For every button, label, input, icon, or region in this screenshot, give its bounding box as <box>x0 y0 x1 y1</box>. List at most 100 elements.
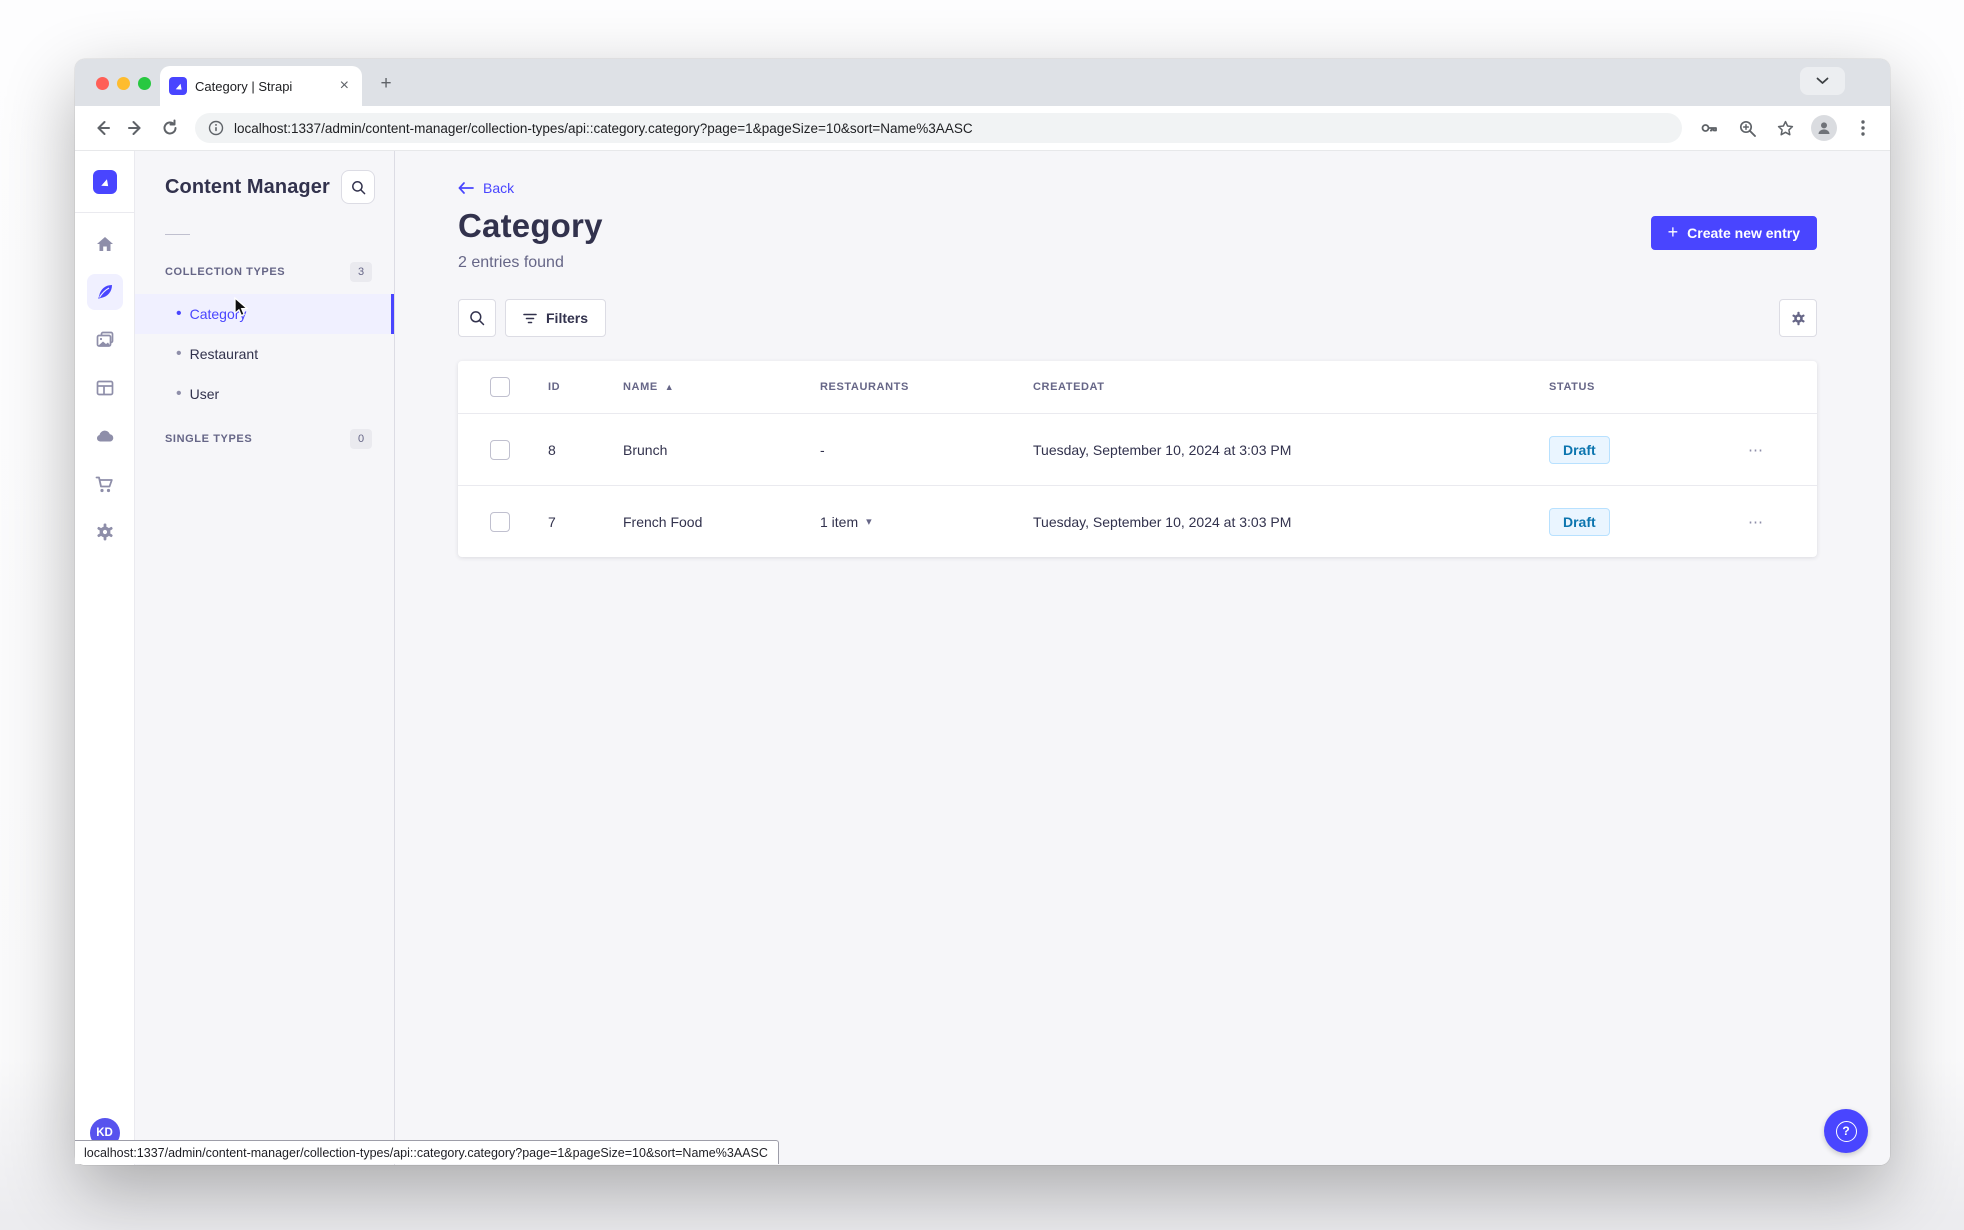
cell-createdat: Tuesday, September 10, 2024 at 3:03 PM <box>1033 441 1292 458</box>
row-actions-dots-icon[interactable]: ⋯ <box>1748 513 1817 531</box>
desktop: Category | Strapi × + localhost:1337/adm… <box>0 0 1964 1230</box>
plus-icon: + <box>1667 222 1679 242</box>
sidebar-item-home[interactable] <box>87 226 123 262</box>
subnav-item-label: User <box>189 386 220 402</box>
sidebar-item-media-library[interactable] <box>87 322 123 358</box>
cell-name: Brunch <box>623 441 668 458</box>
bookmark-star-icon[interactable] <box>1768 111 1802 145</box>
single-types-count-badge: 0 <box>350 429 372 449</box>
column-header-restaurants[interactable]: RESTAURANTS <box>820 381 1033 393</box>
row-checkbox[interactable] <box>490 439 510 460</box>
cell-id: 8 <box>548 441 556 458</box>
filter-lines-icon <box>523 313 537 323</box>
sidebar-item-content-type-builder[interactable] <box>87 370 123 406</box>
close-window-button[interactable] <box>96 77 109 90</box>
zoom-window-button[interactable] <box>138 77 151 90</box>
tab-title: Category | Strapi <box>195 78 293 94</box>
collection-types-label: COLLECTION TYPES <box>165 266 286 278</box>
bullet-icon: • <box>176 305 182 322</box>
window-controls <box>96 77 151 90</box>
table-search-button[interactable] <box>458 299 496 337</box>
url-bar[interactable]: localhost:1337/admin/content-manager/col… <box>195 113 1682 143</box>
subnav-item-label: Category <box>189 306 247 322</box>
status-badge: Draft <box>1549 435 1610 464</box>
back-nav-icon[interactable] <box>85 111 119 145</box>
bullet-icon: • <box>176 385 182 402</box>
tab-strip: Category | Strapi × + <box>75 59 1890 106</box>
browser-window: Category | Strapi × + localhost:1337/adm… <box>75 59 1890 1165</box>
main-nav-rail: KD <box>75 151 135 1165</box>
reload-icon[interactable] <box>153 111 187 145</box>
browser-tab[interactable]: Category | Strapi × <box>160 66 362 106</box>
column-header-createdat[interactable]: CREATEDAT <box>1033 381 1549 393</box>
back-label: Back <box>483 180 515 196</box>
sidebar-item-cloud[interactable] <box>87 418 123 454</box>
tab-search-chevron-icon[interactable] <box>1800 67 1845 95</box>
strapi-favicon-icon <box>169 77 187 95</box>
back-link[interactable]: Back <box>458 180 514 196</box>
entries-count: 2 entries found <box>458 254 564 271</box>
search-icon <box>470 311 485 326</box>
single-types-label: SINGLE TYPES <box>165 433 253 445</box>
question-mark-icon: ? <box>1835 1120 1857 1142</box>
subnav-item-category[interactable]: • Category <box>135 294 394 334</box>
strapi-logo-icon[interactable] <box>92 170 117 194</box>
sidebar-item-settings[interactable] <box>87 514 123 550</box>
zoom-magnifier-icon[interactable] <box>1730 111 1764 145</box>
subnav-item-restaurant[interactable]: • Restaurant <box>135 334 394 374</box>
table-row[interactable]: 7 French Food 1 item ▾ Tuesday, Septembe… <box>458 485 1817 557</box>
create-new-entry-label: Create new entry <box>1687 225 1800 241</box>
row-actions-dots-icon[interactable]: ⋯ <box>1748 441 1817 459</box>
subnav-title: Content Manager <box>165 176 330 198</box>
status-bar: localhost:1337/admin/content-manager/col… <box>75 1140 779 1164</box>
subnav-item-label: Restaurant <box>189 346 259 362</box>
column-header-id[interactable]: ID <box>548 381 623 393</box>
filters-button[interactable]: Filters <box>505 299 607 337</box>
chevron-down-icon: ▾ <box>866 516 872 528</box>
cell-name: French Food <box>623 513 703 530</box>
select-all-checkbox[interactable] <box>490 377 510 397</box>
cart-icon <box>95 476 113 492</box>
toolbar-right <box>1692 111 1880 145</box>
create-new-entry-button[interactable]: + Create new entry <box>1650 216 1817 250</box>
browser-menu-dots-icon[interactable] <box>1846 111 1880 145</box>
page-title: Category <box>458 207 603 244</box>
forward-nav-icon[interactable] <box>119 111 153 145</box>
status-badge: Draft <box>1549 507 1610 536</box>
cell-restaurants: - <box>820 441 825 458</box>
collection-types-count-badge: 3 <box>350 262 372 282</box>
media-library-icon <box>96 331 113 347</box>
tab-close-icon[interactable]: × <box>336 76 353 96</box>
password-key-icon[interactable] <box>1692 111 1726 145</box>
sidebar-item-marketplace[interactable] <box>87 466 123 502</box>
help-button[interactable]: ? <box>1824 1109 1868 1153</box>
browser-toolbar: localhost:1337/admin/content-manager/col… <box>75 106 1890 151</box>
cell-restaurants[interactable]: 1 item ▾ <box>820 514 1033 530</box>
url-text: localhost:1337/admin/content-manager/col… <box>234 120 973 136</box>
table-settings-button[interactable] <box>1779 299 1817 337</box>
rail-divider <box>75 212 135 213</box>
cell-createdat: Tuesday, September 10, 2024 at 3:03 PM <box>1033 513 1292 530</box>
subnav-search-button[interactable] <box>341 170 375 204</box>
browser-profile-avatar[interactable] <box>1811 115 1837 141</box>
sort-ascending-icon[interactable]: ▲ <box>665 382 675 392</box>
table-row[interactable]: 8 Brunch - Tuesday, September 10, 2024 a… <box>458 413 1817 485</box>
strapi-app: KD Content Manager COLLECTION TYPES 3 • … <box>75 151 1890 1165</box>
column-header-status[interactable]: STATUS <box>1549 381 1745 393</box>
column-header-name[interactable]: NAME ▲ <box>623 381 820 393</box>
sidebar-item-content-manager[interactable] <box>86 274 123 310</box>
subnav-divider <box>165 234 190 235</box>
new-tab-button[interactable]: + <box>372 70 400 98</box>
cell-id: 7 <box>548 513 556 530</box>
subnav-item-user[interactable]: • User <box>135 374 394 414</box>
feather-icon <box>97 285 112 299</box>
home-icon <box>96 237 113 251</box>
gear-icon <box>1791 311 1805 325</box>
search-icon <box>351 180 365 194</box>
gear-icon <box>96 523 113 541</box>
minimize-window-button[interactable] <box>117 77 130 90</box>
page-info-icon[interactable] <box>208 120 224 136</box>
main-content: Back Category 2 entries found + Create n… <box>395 151 1890 1165</box>
row-checkbox[interactable] <box>490 511 510 532</box>
content-manager-subnav: Content Manager COLLECTION TYPES 3 • Cat… <box>135 151 395 1165</box>
